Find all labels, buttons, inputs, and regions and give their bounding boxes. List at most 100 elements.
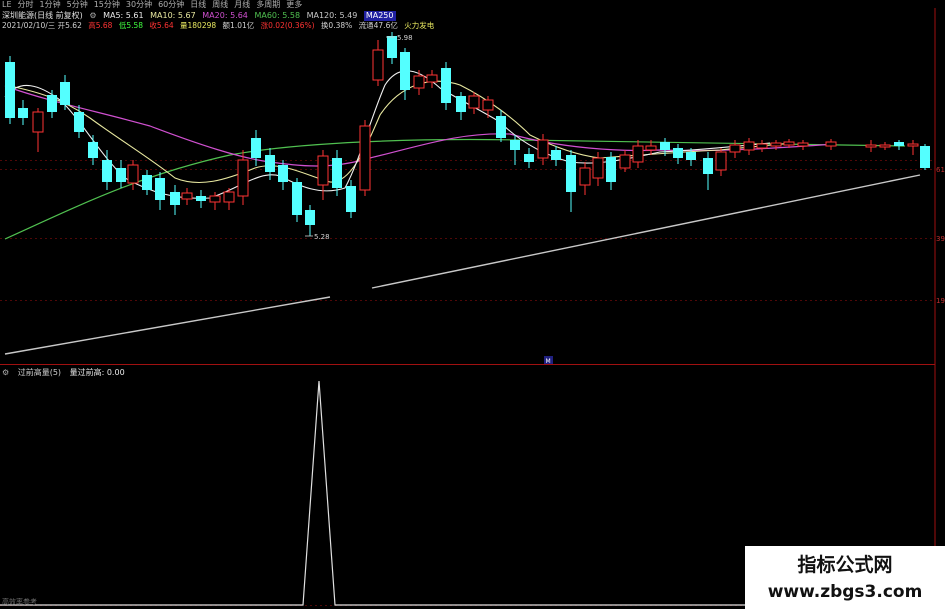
- candlestick[interactable]: [426, 70, 438, 88]
- candlestick[interactable]: [894, 140, 904, 150]
- candlestick[interactable]: [579, 162, 591, 195]
- candlestick[interactable]: [756, 140, 768, 152]
- candlestick[interactable]: [715, 148, 727, 176]
- candlestick[interactable]: [743, 138, 755, 155]
- candle-body: [387, 36, 397, 58]
- candle-body: [32, 111, 44, 133]
- candle-body: [524, 154, 534, 162]
- candlestick[interactable]: [142, 170, 152, 195]
- candle-body: [645, 145, 657, 151]
- candlestick[interactable]: [619, 150, 631, 172]
- candlestick[interactable]: [920, 144, 930, 170]
- chart-marker-text: M: [546, 358, 551, 365]
- ma10-line: [4, 80, 791, 184]
- candlestick[interactable]: [47, 90, 57, 118]
- candlestick[interactable]: [5, 56, 15, 124]
- candle-body: [60, 82, 70, 105]
- candlestick[interactable]: [865, 140, 877, 152]
- candlestick[interactable]: [155, 172, 165, 210]
- candle-body: [703, 158, 713, 174]
- candlestick[interactable]: [632, 140, 644, 168]
- candle-body: [181, 192, 193, 200]
- candlestick[interactable]: [74, 105, 84, 138]
- candle-body: [116, 168, 126, 182]
- candlestick[interactable]: [116, 160, 126, 188]
- candle-body: [551, 150, 561, 160]
- candle-body: [237, 159, 249, 197]
- candle-body: [265, 155, 275, 172]
- candle-body: [346, 186, 356, 212]
- candlestick[interactable]: [237, 150, 249, 205]
- candlestick[interactable]: [60, 75, 70, 110]
- watermark-title: 指标公式网: [797, 554, 893, 576]
- candlestick[interactable]: [181, 188, 193, 205]
- candle-body: [426, 74, 438, 83]
- candle-body: [305, 210, 315, 225]
- candle-body: [209, 195, 221, 203]
- candle-body: [879, 144, 891, 148]
- indicator-name[interactable]: 过前高量(5): [18, 368, 61, 377]
- candle-body: [278, 165, 288, 182]
- candle-body: [127, 164, 139, 184]
- candlestick[interactable]: [566, 150, 576, 212]
- candlestick[interactable]: [317, 150, 329, 200]
- kline-chart[interactable]: 61 39 19 5.98 5.28 M: [0, 0, 945, 609]
- candle-body: [251, 138, 261, 158]
- candlestick[interactable]: [703, 152, 713, 190]
- candlestick[interactable]: [797, 140, 809, 150]
- candlestick[interactable]: [372, 40, 384, 86]
- candle-body: [729, 144, 741, 153]
- candlestick[interactable]: [441, 62, 451, 110]
- candlestick[interactable]: [496, 110, 506, 142]
- candle-body: [743, 141, 755, 151]
- candlestick[interactable]: [456, 92, 466, 120]
- ma120-line: [4, 174, 921, 355]
- candlestick[interactable]: [170, 185, 180, 215]
- candle-body: [400, 52, 410, 90]
- candle-body: [865, 144, 877, 148]
- candlestick[interactable]: [32, 108, 44, 152]
- candle-body: [317, 155, 329, 186]
- candle-body: [907, 143, 919, 147]
- indicator-value: 量过前高: 0.00: [69, 368, 125, 377]
- candlestick[interactable]: [359, 120, 371, 196]
- indicator-settings-icon[interactable]: ⚙: [2, 368, 9, 377]
- candlestick[interactable]: [551, 146, 561, 166]
- price-axis-tick: 61: [936, 166, 945, 174]
- candle-body: [715, 151, 727, 171]
- high-price-label: 5.98: [397, 34, 413, 42]
- candle-body: [920, 146, 930, 168]
- candlestick[interactable]: [879, 142, 891, 150]
- candle-body: [441, 68, 451, 103]
- candlestick[interactable]: [18, 100, 28, 125]
- candlestick[interactable]: [673, 144, 683, 164]
- candlestick[interactable]: [413, 70, 425, 95]
- candlestick[interactable]: [292, 178, 302, 222]
- candlestick[interactable]: [825, 139, 837, 150]
- candle-body: [592, 157, 604, 179]
- candle-body: [5, 62, 15, 118]
- candle-body: [155, 178, 165, 200]
- candle-body: [673, 148, 683, 158]
- candle-body: [413, 75, 425, 89]
- candlestick[interactable]: [907, 140, 919, 155]
- site-watermark: 指标公式网 www.zbgs3.com: [745, 546, 945, 609]
- candlestick[interactable]: [196, 190, 206, 208]
- candlestick[interactable]: [468, 92, 480, 114]
- candle-body: [332, 158, 342, 188]
- candlestick[interactable]: [606, 152, 616, 190]
- candle-body: [456, 96, 466, 112]
- candlestick[interactable]: [102, 150, 112, 190]
- price-axis-tick: 39: [936, 235, 945, 243]
- ma60-line: [4, 138, 906, 240]
- candle-body: [756, 143, 768, 149]
- watermark-url: www.zbgs3.com: [767, 582, 923, 602]
- candle-body: [102, 160, 112, 182]
- candle-body: [783, 141, 795, 146]
- candle-body: [496, 116, 506, 138]
- candle-body: [142, 175, 152, 190]
- candlestick[interactable]: [305, 205, 315, 236]
- candle-body: [619, 154, 631, 169]
- candlestick[interactable]: [524, 148, 534, 168]
- candlestick[interactable]: [346, 180, 356, 218]
